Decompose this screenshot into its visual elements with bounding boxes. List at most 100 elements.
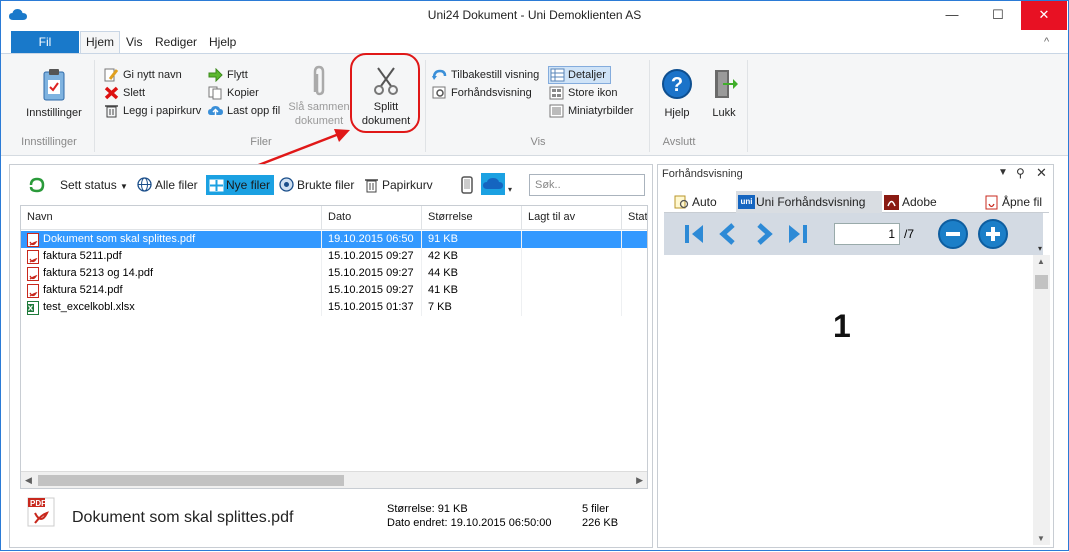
column-header-status[interactable]: Stat [622, 206, 647, 230]
kopier-button[interactable]: Kopier [208, 84, 259, 102]
close-window-button[interactable]: ✕ [1021, 1, 1067, 30]
preview-pane: Forhåndsvisning ▼ ⚲ ✕ Auto uni Uni Forhå… [657, 164, 1054, 548]
sett-status-dropdown[interactable]: Sett status ▼ [60, 175, 128, 195]
file-toolbar: Sett status ▼ Alle filer Nye filer Brukt… [10, 165, 652, 201]
group-separator [747, 60, 748, 152]
group-separator [94, 60, 95, 152]
papirkurv-button[interactable]: Papirkurv [364, 175, 433, 195]
tab-apne-fil[interactable]: Åpne fil [982, 191, 1052, 213]
column-header-navn[interactable]: Navn [21, 206, 322, 230]
details-view-icon [550, 68, 565, 82]
miniatyrbilder-button[interactable]: Miniatyrbilder [549, 102, 633, 120]
table-row[interactable]: test_excelkobl.xlsx 15.10.2015 01:37 7 KB [21, 299, 647, 316]
tab-uni-forhandsvisning[interactable]: uni Uni Forhåndsvisning [736, 191, 882, 213]
table-row[interactable]: faktura 5211.pdf 15.10.2015 09:27 42 KB [21, 248, 647, 265]
column-header-lagt-til-av[interactable]: Lagt til av [522, 206, 622, 230]
next-page-icon[interactable] [752, 222, 776, 246]
maximize-button[interactable]: ☐ [975, 1, 1021, 30]
scroll-down-icon[interactable]: ▼ [1037, 534, 1045, 543]
scroll-left-icon[interactable]: ◀ [25, 472, 32, 488]
search-input[interactable]: Søk.. [529, 174, 645, 196]
tab-auto[interactable]: Auto [672, 191, 736, 213]
trash-icon [105, 105, 118, 118]
collapse-ribbon-icon[interactable]: ^ [1039, 31, 1054, 53]
tab-hjelp[interactable]: Hjelp [204, 31, 241, 53]
status-total-size: 226 KB [582, 517, 619, 529]
column-header-dato[interactable]: Dato [322, 206, 422, 230]
column-header-storrelse[interactable]: Størrelse [422, 206, 522, 230]
legg-i-papirkurv-button[interactable]: Legg i papirkurv [104, 102, 201, 120]
scroll-right-icon[interactable]: ▶ [636, 472, 643, 488]
pane-dropdown-icon[interactable]: ▼ [998, 167, 1008, 178]
sla-sammen-label-1: Slå sammen [288, 101, 350, 113]
clipboard-settings-icon [43, 69, 65, 101]
preview-scrollbar-thumb[interactable] [1035, 275, 1048, 289]
zoom-out-button[interactable] [938, 219, 968, 249]
file-browser-pane: Sett status ▼ Alle filer Nye filer Brukt… [9, 164, 653, 548]
scrollbar-thumb[interactable] [38, 475, 344, 486]
ribbon: Innstillinger Innstillinger Gi nytt navn… [1, 53, 1068, 156]
tab-rediger[interactable]: Rediger [150, 31, 202, 53]
forhandsvisning-button[interactable]: Forhåndsvisning [432, 84, 532, 102]
horizontal-scrollbar[interactable]: ◀ ▶ [21, 471, 647, 488]
file-name-cell: Dokument som skal splittes.pdf [21, 231, 322, 248]
last-opp-fil-button[interactable]: Last opp fil [208, 102, 280, 120]
minimize-button[interactable]: — [929, 1, 975, 30]
navbar-overflow-icon[interactable]: ▾ [1038, 244, 1042, 253]
overflow-chevron-icon[interactable]: ▾ [508, 185, 512, 194]
last-page-icon[interactable] [786, 222, 810, 246]
uni-logo-icon: uni [738, 195, 755, 209]
miniatyrbilder-label: Miniatyrbilder [568, 105, 634, 117]
open-file-pdf-icon [985, 195, 998, 210]
detaljer-button[interactable]: Detaljer [548, 66, 611, 84]
flytt-button[interactable]: Flytt [208, 66, 248, 84]
file-list-header: Navn Dato Størrelse Lagt til av Stat [21, 206, 647, 230]
pdf-file-icon [27, 233, 39, 247]
preview-vertical-scrollbar[interactable]: ▲ ▼ [1033, 255, 1050, 545]
file-name-cell: test_excelkobl.xlsx [21, 299, 322, 316]
preview-tabs: Auto uni Uni Forhåndsvisning Adobe Åpne … [664, 189, 1049, 213]
previous-page-icon[interactable] [716, 222, 740, 246]
alle-filer-button[interactable]: Alle filer [137, 175, 198, 195]
brukte-filer-button[interactable]: Brukte filer [279, 175, 354, 195]
empty-cell [622, 231, 647, 248]
empty-cell [622, 265, 647, 282]
mobile-phone-icon[interactable] [461, 176, 473, 194]
innstillinger-button[interactable]: Innstillinger [19, 68, 89, 120]
store-ikon-label: Store ikon [568, 87, 618, 99]
cloud-icon [483, 178, 503, 189]
table-row[interactable]: faktura 5214.pdf 15.10.2015 09:27 41 KB [21, 282, 647, 299]
tilbakestill-visning-button[interactable]: Tilbakestill visning [432, 66, 539, 84]
page-number-input[interactable]: 1 [834, 223, 900, 245]
gi-nytt-navn-button[interactable]: Gi nytt navn [104, 66, 182, 84]
table-row[interactable]: Dokument som skal splittes.pdf 19.10.2015… [21, 231, 647, 248]
pin-icon[interactable]: ⚲ [1016, 166, 1025, 180]
first-page-icon[interactable] [682, 222, 706, 246]
tab-fil[interactable]: Fil [11, 31, 79, 53]
lukk-button[interactable]: Lukk [704, 68, 744, 120]
slett-label: Slett [123, 87, 146, 99]
tab-adobe[interactable]: Adobe [882, 191, 962, 213]
help-question-icon: ? [662, 69, 692, 99]
pdf-file-icon [27, 267, 39, 281]
file-date-cell: 15.10.2015 09:27 [322, 265, 422, 282]
tab-vis[interactable]: Vis [121, 31, 147, 53]
nye-filer-button[interactable]: Nye filer [206, 175, 275, 195]
scroll-up-icon[interactable]: ▲ [1037, 257, 1045, 266]
table-row[interactable]: faktura 5213 og 14.pdf 15.10.2015 09:27 44… [21, 265, 647, 282]
highlight-circle [350, 53, 420, 133]
file-name-text: faktura 5213 og 14.pdf [43, 267, 154, 279]
empty-cell [522, 299, 622, 316]
store-ikon-button[interactable]: Store ikon [549, 84, 618, 102]
refresh-icon[interactable] [28, 176, 46, 194]
zoom-in-button[interactable] [978, 219, 1008, 249]
sla-sammen-dokument-button[interactable]: Slå sammen dokument [286, 64, 352, 128]
slett-button[interactable]: Slett [104, 84, 145, 102]
window-title: Uni24 Dokument - Uni Demoklienten AS [427, 8, 642, 22]
last-opp-fil-label: Last opp fil [227, 105, 281, 117]
close-pane-icon[interactable]: ✕ [1036, 165, 1047, 181]
group-label-filer: Filer [250, 136, 272, 148]
tab-hjem[interactable]: Hjem [80, 31, 121, 53]
hjelp-button[interactable]: ? Hjelp [656, 68, 698, 120]
cloud-sync-button[interactable] [481, 173, 505, 195]
